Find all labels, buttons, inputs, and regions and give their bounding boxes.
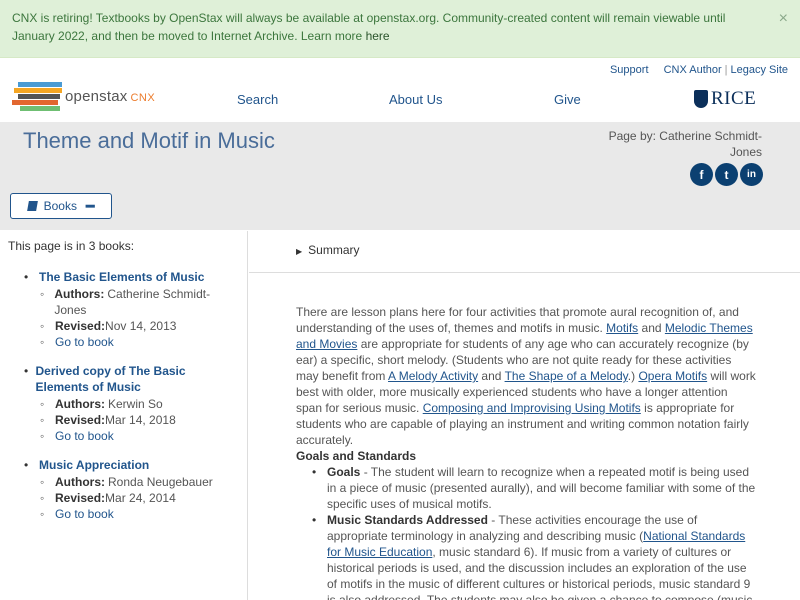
logo-stripe [18, 94, 60, 99]
books-intro: This page is in 3 books: [8, 239, 135, 253]
books-sidebar: This page is in 3 books: • The Basic Elem… [0, 231, 248, 600]
openstax-cnx-logo[interactable]: openstax CNX [12, 82, 172, 112]
logo-stripe [14, 88, 62, 93]
twitter-icon[interactable]: t [715, 163, 738, 186]
book-revised: ◦ Revised: Mar 14, 2018 [40, 413, 176, 427]
goals-text: - The student will learn to recognize wh… [327, 465, 756, 511]
authors-label: Authors: [55, 397, 105, 411]
books-toggle-button[interactable]: Books ━ [10, 193, 112, 219]
book-go: ◦ Go to book [40, 334, 114, 350]
nav-about-us[interactable]: About Us [389, 92, 442, 107]
go-to-book-link[interactable]: Go to book [55, 428, 114, 444]
shape-of-melody-link[interactable]: The Shape of a Melody [505, 369, 628, 383]
authors-value: Ronda Neugebauer [108, 475, 213, 489]
logo-text: openstax CNX [65, 88, 155, 105]
summary-label: Summary [308, 243, 360, 257]
book-title-link[interactable]: Derived copy of The Basic Elements of Mu… [36, 363, 235, 395]
motifs-link[interactable]: Motifs [606, 321, 638, 335]
book-title-link[interactable]: The Basic Elements of Music [39, 269, 204, 285]
minus-icon: ━ [85, 197, 95, 214]
text-span: .) [627, 369, 639, 383]
book-revised: ◦ Revised: Mar 24, 2014 [40, 491, 176, 505]
rice-logo[interactable]: RICE [694, 88, 756, 110]
revised-label: Revised: [55, 319, 106, 333]
logo-stripe [20, 106, 60, 111]
standards-term: Music Standards Addressed [327, 513, 488, 527]
book-authors: ◦ Authors: Kerwin So [40, 397, 163, 411]
bullet: • [24, 364, 29, 378]
authors-value: Kerwin So [108, 397, 163, 411]
revised-label: Revised: [55, 413, 106, 427]
revised-value: Nov 14, 2013 [105, 319, 177, 333]
banner-learn-more-link[interactable]: here [366, 29, 390, 43]
books-button-label: Books [43, 199, 77, 213]
caret-right-icon: ▶ [296, 247, 303, 256]
nav-search[interactable]: Search [237, 92, 278, 107]
book-go: ◦ Go to book [40, 506, 114, 522]
composing-link[interactable]: Composing and Improvising Using Motifs [423, 401, 641, 415]
book-title-link[interactable]: Music Appreciation [39, 457, 149, 473]
logo-cnx: CNX [130, 92, 156, 104]
book-revised: ◦ Revised: Nov 14, 2013 [40, 319, 177, 333]
book-authors: ◦ Authors: Catherine Schmidt-Jones [40, 287, 211, 317]
cnx-author-link[interactable]: CNX Author [664, 64, 722, 76]
goals-term: Goals [327, 465, 361, 479]
support-link[interactable]: Support [610, 64, 649, 76]
logo-wordmark: openstax [65, 88, 128, 105]
go-to-book-link[interactable]: Go to book [55, 506, 114, 522]
authors-label: Authors: [54, 287, 105, 301]
banner-message: CNX is retiring! Textbooks by OpenStax w… [12, 9, 752, 45]
rice-wordmark: RICE [711, 88, 757, 109]
book-authors: ◦ Authors: Ronda Neugebauer [40, 475, 213, 489]
summary-section: ▶ Summary [249, 231, 800, 273]
book-icon [26, 201, 38, 211]
nav-give[interactable]: Give [554, 92, 581, 107]
authors-label: Authors: [55, 475, 105, 489]
list-item: • Music Standards Addressed - These activ… [312, 512, 756, 600]
list-item: • Goals - The student will learn to recog… [312, 465, 756, 511]
goals-heading: Goals and Standards [296, 449, 417, 463]
logo-stripe [12, 100, 58, 105]
linkedin-icon[interactable]: in [740, 163, 763, 186]
book-go: ◦ Go to book [40, 428, 114, 444]
intro-paragraph: There are lesson plans here for four act… [296, 304, 756, 448]
bullet: • [24, 458, 29, 472]
utility-links: Support CNX Author | Legacy Site [609, 64, 788, 76]
retirement-banner: CNX is retiring! Textbooks by OpenStax w… [0, 0, 800, 58]
close-icon[interactable]: × [779, 10, 788, 28]
page-content: There are lesson plans here for four act… [296, 304, 756, 600]
melody-activity-link[interactable]: A Melody Activity [388, 369, 478, 383]
go-to-book-link[interactable]: Go to book [55, 334, 114, 350]
page-author: Page by: Catherine Schmidt-Jones [608, 129, 762, 159]
logo-stripe [18, 82, 62, 87]
text-span: and [638, 321, 665, 335]
revised-value: Mar 24, 2014 [105, 491, 176, 505]
bullet: • [24, 270, 29, 284]
opera-motifs-link[interactable]: Opera Motifs [638, 369, 707, 383]
book-entry: • Derived copy of The Basic Elements of M… [24, 363, 234, 444]
page-title: Theme and Motif in Music [23, 128, 275, 153]
book-entry: • Music Appreciation ◦ Authors: Ronda Neuge… [24, 457, 234, 522]
summary-toggle[interactable]: ▶ Summary [296, 243, 360, 257]
revised-value: Mar 14, 2018 [105, 413, 176, 427]
goals-list: • Goals - The student will learn to recog… [312, 464, 756, 600]
rice-shield-icon [694, 90, 708, 108]
text-span: and [478, 369, 505, 383]
book-entry: • The Basic Elements of Music ◦ Authors: Ca… [24, 269, 234, 350]
revised-label: Revised: [55, 491, 106, 505]
legacy-site-link[interactable]: Legacy Site [731, 64, 788, 76]
facebook-icon[interactable]: f [690, 163, 713, 186]
